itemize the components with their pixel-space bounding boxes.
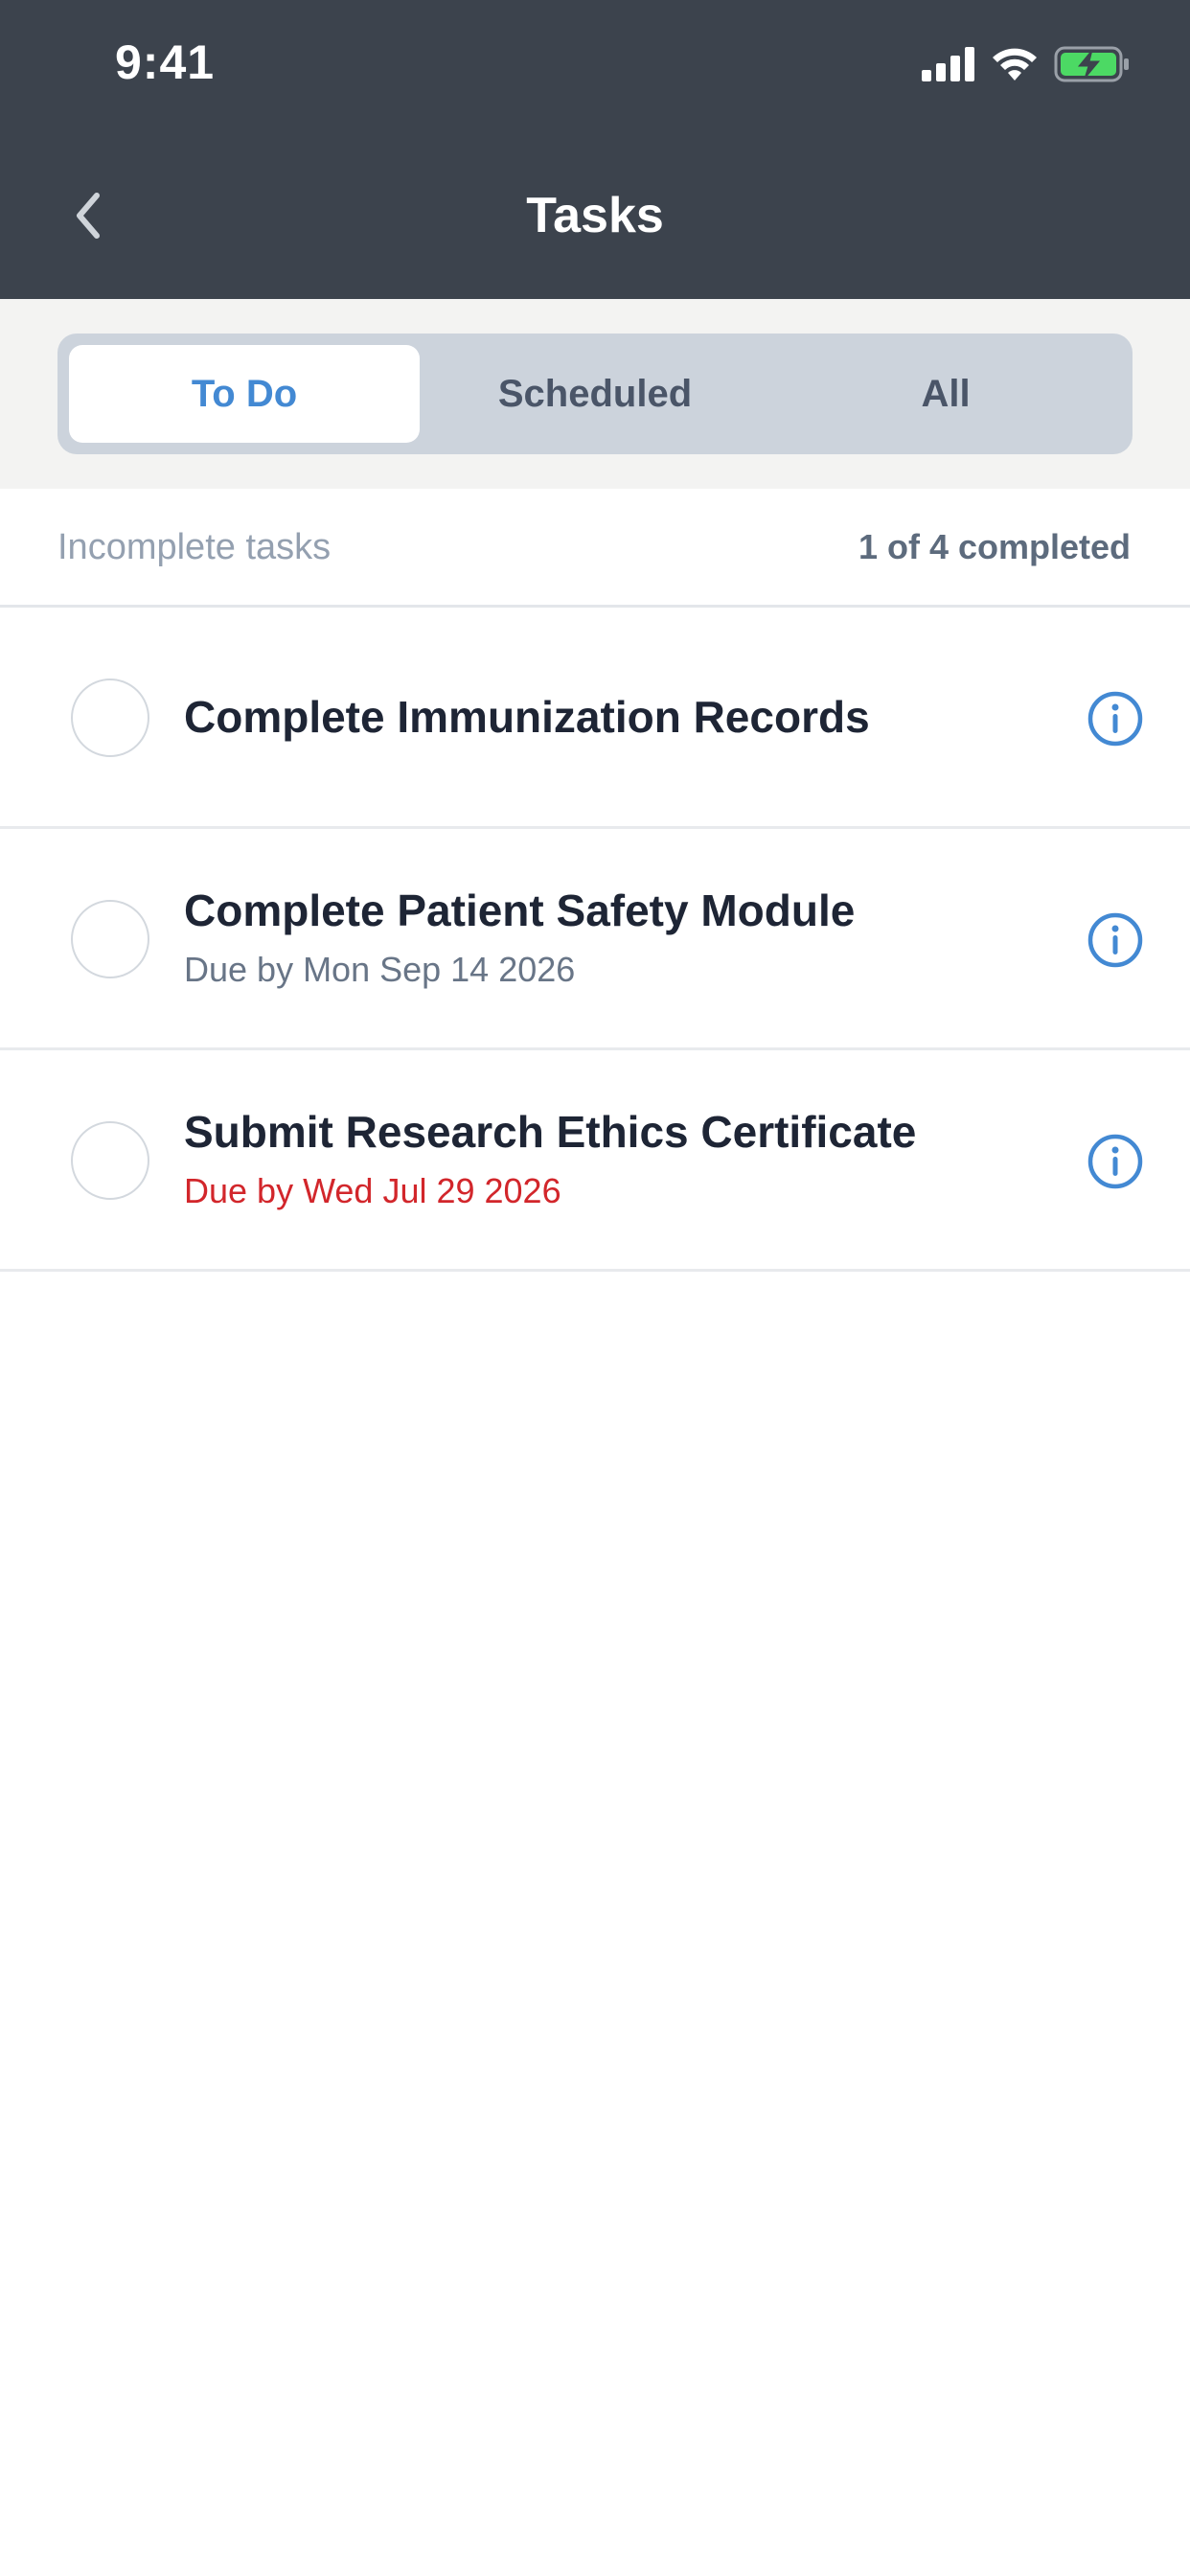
task-row[interactable]: Submit Research Ethics Certificate Due b…	[0, 1050, 1190, 1272]
summary-label: Incomplete tasks	[57, 527, 332, 567]
task-row[interactable]: Complete Immunization Records	[0, 608, 1190, 829]
segmented-control: To Do Scheduled All	[57, 334, 1133, 454]
page-title: Tasks	[526, 188, 664, 243]
tab-to-do[interactable]: To Do	[69, 345, 420, 443]
tab-bar-container: To Do Scheduled All	[0, 299, 1190, 489]
task-summary: Incomplete tasks 1 of 4 completed	[0, 489, 1190, 608]
tab-scheduled[interactable]: Scheduled	[420, 345, 770, 443]
task-list: Complete Immunization Records Complete P…	[0, 608, 1190, 1272]
completion-count: 1 of 4 completed	[858, 527, 1131, 566]
info-circle-icon	[1087, 912, 1143, 968]
task-row[interactable]: Complete Patient Safety Module Due by Mo…	[0, 829, 1190, 1050]
task-info-button[interactable]	[1087, 1133, 1144, 1190]
task-text: Submit Research Ethics Certificate Due b…	[184, 1050, 1046, 1269]
task-text: Complete Patient Safety Module Due by Mo…	[184, 829, 1046, 1047]
status-icons	[922, 42, 1131, 86]
task-title: Complete Patient Safety Module	[184, 886, 856, 935]
task-info-button[interactable]	[1087, 690, 1144, 748]
app-header: 9:41 Tasks	[0, 0, 1190, 299]
task-due-date-overdue: Due by Wed Jul 29 2026	[184, 1171, 561, 1210]
info-circle-icon	[1087, 691, 1143, 747]
tab-all[interactable]: All	[770, 345, 1121, 443]
task-checkbox[interactable]	[71, 678, 149, 757]
task-title: Complete Immunization Records	[184, 692, 870, 742]
task-checkbox[interactable]	[71, 900, 149, 978]
task-text: Complete Immunization Records	[184, 608, 1046, 826]
navigation-bar: Tasks	[0, 163, 1190, 268]
battery-charging-icon	[1054, 46, 1131, 82]
task-checkbox[interactable]	[71, 1121, 149, 1200]
cellular-signal-icon	[922, 47, 975, 81]
task-due-date: Due by Mon Sep 14 2026	[184, 950, 576, 989]
status-time: 9:41	[115, 35, 216, 89]
status-bar: 9:41	[0, 0, 1190, 134]
task-title: Submit Research Ethics Certificate	[184, 1107, 917, 1157]
info-circle-icon	[1087, 1134, 1143, 1189]
task-info-button[interactable]	[1087, 911, 1144, 969]
wifi-icon	[991, 46, 1039, 82]
